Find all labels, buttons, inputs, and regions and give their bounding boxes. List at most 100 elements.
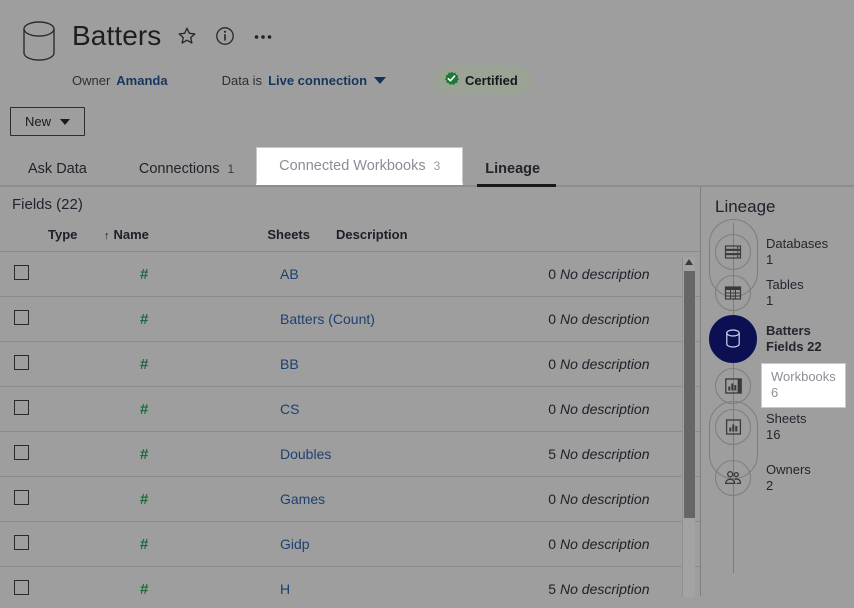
table-row[interactable]: # CS 0 No description [0,387,700,432]
field-name-link[interactable]: AB [280,266,299,282]
lineage-item-text: Sheets 16 [766,411,806,443]
lineage-item-count: 1 [766,252,828,268]
tab-label: Lineage [485,161,540,177]
lineage-item-text: Batters Fields 22 [766,323,822,355]
chevron-down-icon [60,119,70,125]
connection-type-dropdown[interactable]: Live connection [262,73,386,88]
table-row[interactable]: # H 5 No description [0,567,700,608]
table-row[interactable]: # AB 0 No description [0,252,700,297]
field-type-number-icon: # [140,311,148,328]
owner-label: Owner [72,73,110,88]
select-all-column-header[interactable] [0,213,48,252]
field-sheets-count: 5 [420,432,560,477]
owners-people-icon[interactable] [715,460,751,496]
field-sheets-count: 0 [420,387,560,432]
field-name-link[interactable]: Batters (Count) [280,311,375,327]
tab-connected-workbooks[interactable]: Connected Workbooks 3 [256,147,463,185]
row-checkbox[interactable] [14,310,29,325]
field-type-number-icon: # [140,446,148,463]
ellipsis-icon[interactable] [251,24,275,48]
action-toolbar: New [0,107,854,136]
database-stack-icon[interactable] [715,234,751,270]
lineage-item-label: Tables [766,277,804,293]
row-checkbox[interactable] [14,265,29,280]
datasource-icon[interactable] [709,315,757,363]
field-sheets-count: 0 [420,297,560,342]
field-name-link[interactable]: BB [280,356,299,372]
tab-count: 3 [434,159,441,173]
column-header-type[interactable]: Type [48,213,104,252]
info-circle-icon[interactable] [213,24,237,48]
database-cylinder-icon [18,16,60,66]
row-checkbox[interactable] [14,355,29,370]
row-checkbox[interactable] [14,535,29,550]
row-checkbox[interactable] [14,490,29,505]
scrollbar-thumb[interactable] [684,271,695,518]
lineage-title: Lineage [701,187,854,217]
new-button[interactable]: New [10,107,85,136]
certified-check-icon [444,71,459,89]
field-type-number-icon: # [140,266,148,283]
field-type-number-icon: # [140,491,148,508]
page-title: Batters [72,22,161,50]
field-description: No description [560,297,700,342]
table-grid-icon[interactable] [715,275,751,311]
datasource-page: Batters [0,0,854,608]
tab-count: 1 [227,162,234,176]
workbook-icon[interactable] [715,368,751,404]
lineage-item-tables[interactable]: Tables 1 [715,272,854,313]
table-row[interactable]: # Batters (Count) 0 No description [0,297,700,342]
tab-connections[interactable]: Connections 1 [117,161,256,185]
lineage-item-workbooks[interactable]: Workbooks 6 [715,365,854,406]
lineage-item-databases[interactable]: Databases 1 [715,231,854,272]
lineage-item-count: 6 [771,385,836,401]
lineage-item-text: Tables 1 [766,277,804,309]
tab-ask-data[interactable]: Ask Data [6,161,117,185]
table-row[interactable]: # BB 0 No description [0,342,700,387]
field-type-number-icon: # [140,536,148,553]
status-badge-certified[interactable]: Certified [434,66,532,94]
tab-bar: Ask Data Connections 1 Connected Workboo… [0,153,854,187]
field-name-link[interactable]: Doubles [280,446,331,462]
lineage-item-owners[interactable]: Owners 2 [715,457,854,498]
tab-label: Connections [139,161,220,177]
row-checkbox[interactable] [14,400,29,415]
field-name-link[interactable]: Gidp [280,536,310,552]
tab-lineage[interactable]: Lineage [463,161,570,185]
lineage-item-text: Databases 1 [766,236,828,268]
column-header-sheets[interactable]: Sheets [234,213,314,252]
table-header-row: Type ↑Name Sheets Description [0,213,700,252]
lineage-item-sheets[interactable]: Sheets 16 [715,406,854,447]
table-row[interactable]: # Games 0 No description [0,477,700,522]
certified-label: Certified [465,73,518,88]
owner-name-link[interactable]: Amanda [116,73,167,88]
row-checkbox[interactable] [14,580,29,595]
field-description: No description [560,522,700,567]
sheet-chart-icon[interactable] [715,409,751,445]
lineage-item-count: 16 [766,427,806,443]
field-type-number-icon: # [140,401,148,418]
field-sheets-count: 0 [420,342,560,387]
table-row[interactable]: # Gidp 0 No description [0,522,700,567]
fields-panel-title: Fields (22) [0,187,700,213]
column-header-description[interactable]: Description [314,213,700,252]
field-type-number-icon: # [140,581,148,598]
data-is-label: Data is [222,73,262,88]
table-row[interactable]: # Doubles 5 No description [0,432,700,477]
row-checkbox[interactable] [14,445,29,460]
field-description: No description [560,342,700,387]
scroll-up-arrow-icon[interactable] [685,259,693,265]
field-name-link[interactable]: H [280,581,290,597]
field-sheets-count: 0 [420,252,560,297]
field-description: No description [560,477,700,522]
tab-label: Connected Workbooks [279,158,425,174]
lineage-item-batters[interactable]: Batters Fields 22 [715,313,854,365]
field-sheets-count: 5 [420,567,560,608]
column-header-name[interactable]: ↑Name [104,213,234,252]
field-name-link[interactable]: CS [280,401,299,417]
fields-vertical-scrollbar[interactable] [682,257,695,597]
field-name-link[interactable]: Games [280,491,325,507]
field-sheets-count: 0 [420,477,560,522]
field-description: No description [560,567,700,608]
star-icon[interactable] [175,24,199,48]
